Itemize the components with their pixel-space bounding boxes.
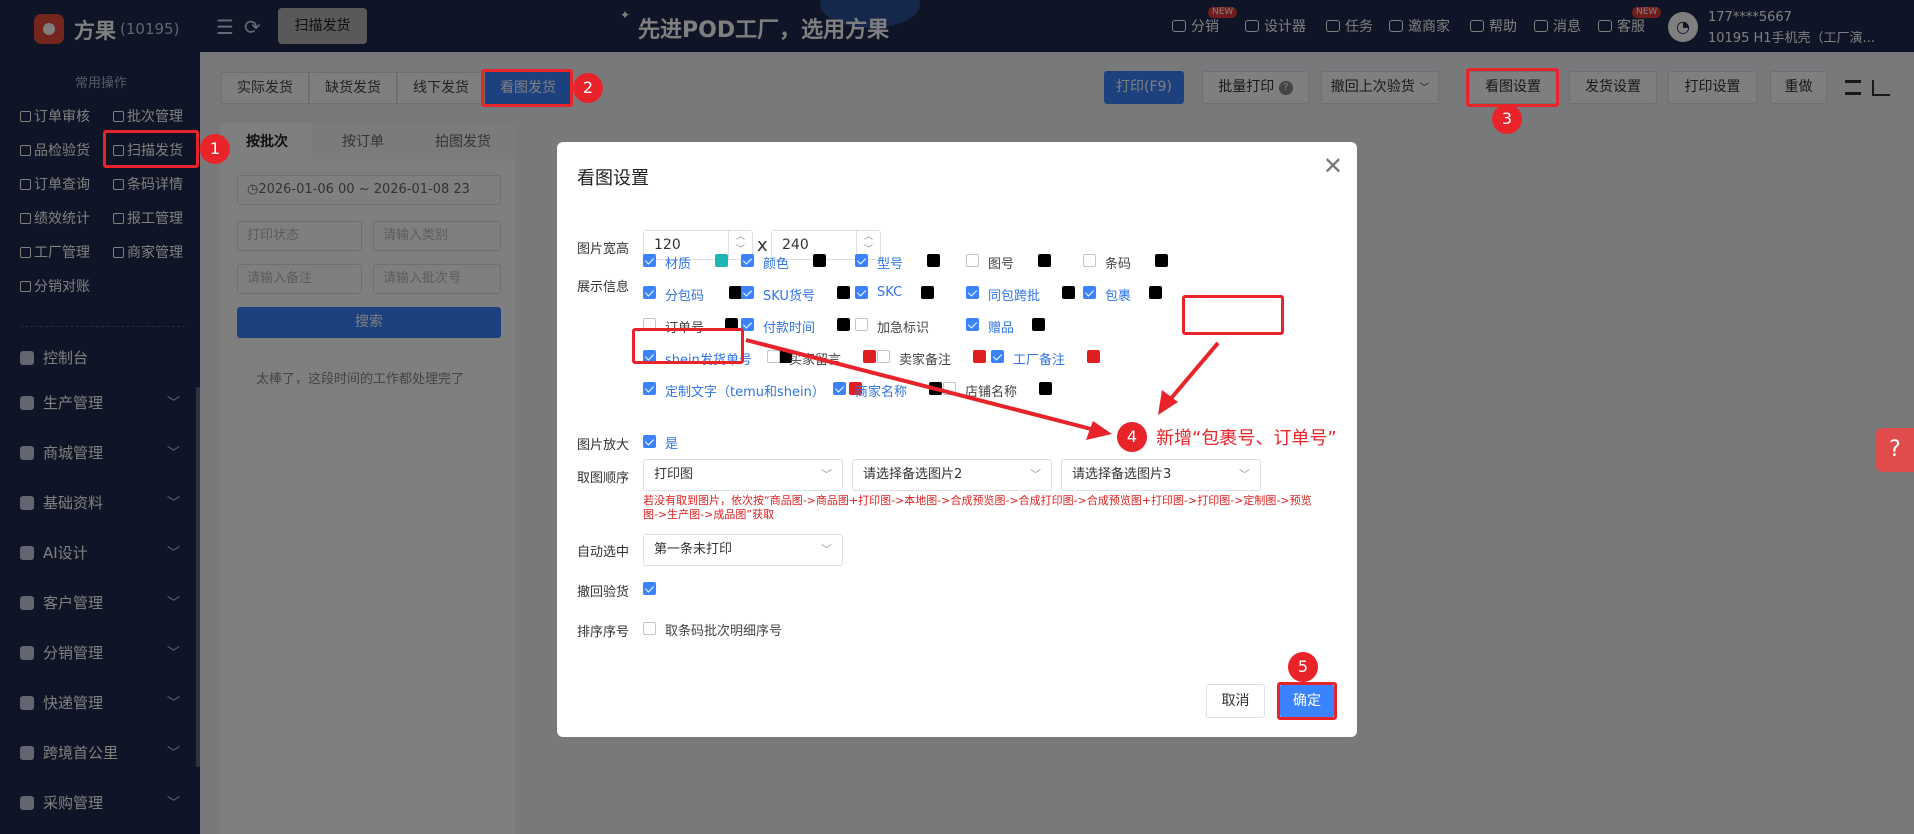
help-float-button[interactable]: ? — [1876, 428, 1914, 472]
annotation-arrows — [745, 338, 1220, 440]
